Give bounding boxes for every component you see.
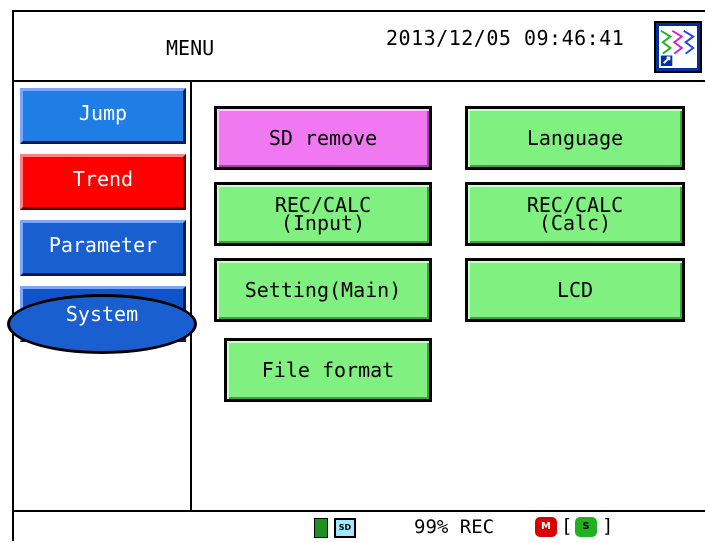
rec-calc-input-label: REC/CALC (Input): [274, 193, 372, 235]
datetime-display: 2013/12/05 09:46:41: [386, 26, 625, 50]
trend-display-icon-graphic: [659, 26, 697, 68]
sd-card-icon: SD: [334, 518, 356, 538]
sidebar-item-jump[interactable]: Jump: [20, 88, 186, 144]
lcd-button[interactable]: LCD: [465, 258, 685, 322]
rec-calc-calc-label: REC/CALC (Calc): [526, 193, 624, 235]
language-button[interactable]: Language: [465, 106, 685, 170]
file-format-label: File format: [261, 358, 395, 382]
status-icons: SD: [314, 518, 356, 538]
language-label: Language: [526, 126, 624, 150]
setting-main-label: Setting(Main): [244, 278, 402, 302]
battery-icon: [314, 518, 328, 538]
memory-s-icon: S: [575, 517, 597, 537]
rec-calc-input-button[interactable]: REC/CALC (Input): [214, 182, 432, 246]
page-title: MENU: [166, 36, 215, 60]
memory-m-icon: M: [535, 517, 557, 537]
sidebar: Jump Trend Parameter System: [7, 82, 197, 510]
sd-remove-label: SD remove: [268, 126, 378, 150]
sidebar-item-parameter[interactable]: Parameter: [20, 220, 186, 276]
lcd-label: LCD: [556, 278, 594, 302]
rec-calc-calc-button[interactable]: REC/CALC (Calc): [465, 182, 685, 246]
memory-status-text: 99% REC: [414, 516, 495, 538]
sidebar-item-system-label: System: [65, 302, 139, 326]
open-bracket: [: [561, 515, 573, 537]
sidebar-item-trend[interactable]: Trend: [20, 154, 186, 210]
status-bar: SD 99% REC M [ S ]: [14, 510, 705, 543]
device-screen: MENU 2013/12/05 09:46:41 Jump Trend Para…: [7, 10, 705, 543]
sd-remove-button[interactable]: SD remove: [214, 106, 432, 170]
header-bar: MENU 2013/12/05 09:46:41: [14, 12, 705, 82]
close-bracket: ]: [602, 515, 614, 537]
setting-main-button[interactable]: Setting(Main): [214, 258, 432, 322]
file-format-button[interactable]: File format: [224, 338, 432, 402]
trend-display-icon[interactable]: [654, 21, 702, 73]
